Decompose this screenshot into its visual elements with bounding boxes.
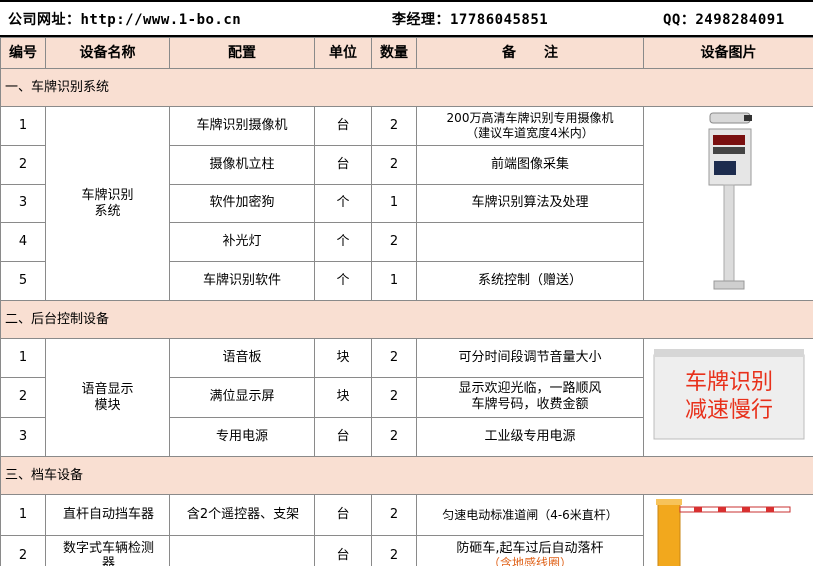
cell-qty: 2 [371,535,417,566]
camera-pole-picture [704,107,754,295]
section-title-row: 三、档车设备 [0,456,813,495]
cell-no: 3 [0,416,46,458]
barrier-gate-image [643,494,813,566]
note-main: 防砸车,起车过后自动落杆 [456,541,604,556]
section-title-row: 一、车牌识别系统 [0,68,813,107]
cell-qty: 2 [371,416,417,458]
cell-note: 前端图像采集 [416,144,644,185]
cell-unit: 台 [314,144,372,185]
cell-note: 可分时间段调节音量大小 [416,337,644,379]
cell-qty: 2 [371,222,417,263]
group-name: 语音显示 模块 [45,338,170,457]
cell-no: 3 [0,183,46,224]
cell-no: 1 [0,106,46,146]
cell-no: 4 [0,222,46,263]
cell-qty: 2 [371,494,417,536]
cell-note: 工业级专用电源 [416,416,644,458]
col-header-config: 配置 [169,37,315,69]
header-top-rule [0,0,813,2]
cell-config: 车牌识别软件 [169,261,315,301]
table-row: 1 车牌识别 系统 车牌识别摄像机 台 2 200万高清车牌识别专用摄像机 （建… [0,106,813,301]
camera-pole-image [643,106,813,301]
led-display-image: 车牌识别 减速慢行 [643,338,813,457]
cell-unit: 台 [314,494,372,536]
group-name: 车牌识别 系统 [45,106,170,301]
page-header: 公司网址：http://www.1-bo.cn 李经理：17786045851 … [0,0,813,37]
col-header-image: 设备图片 [643,37,813,69]
col-header-unit: 单位 [314,37,372,69]
cell-unit: 块 [314,377,372,418]
col-header-name: 设备名称 [45,37,170,69]
col-header-qty: 数量 [371,37,417,69]
manager-contact: 李经理：17786045851 [392,12,549,28]
led-text-line2: 减速慢行 [685,398,773,423]
cell-config [169,535,315,566]
equipment-table: 编号 设备名称 配置 单位 数量 备 注 设备图片 一、车牌识别系统 1 车牌识… [0,37,813,566]
table-row: 1 直杆自动挡车器 含2个遥控器、支架 台 2 匀速电动标准道闸（4-6米直杆） [0,494,813,566]
cell-note: 防砸车,起车过后自动落杆 （含地感线圈） [416,535,644,566]
note-extra: （含地感线圈） [487,556,572,566]
cell-qty: 1 [371,183,417,224]
cell-unit: 个 [314,183,372,224]
table-row: 1 语音显示 模块 语音板 块 2 可分时间段调节音量大小 车牌识别 减速慢行 [0,337,813,457]
cell-note [416,222,644,263]
col-header-no: 编号 [0,37,46,69]
cell-config: 语音板 [169,337,315,379]
cell-note: 匀速电动标准道闸（4-6米直杆） [416,494,644,536]
cell-unit: 台 [314,416,372,458]
cell-note: 200万高清车牌识别专用摄像机 （建议车道宽度4米内） [416,106,644,146]
cell-no: 2 [0,535,46,566]
cell-qty: 2 [371,106,417,146]
cell-no: 2 [0,377,46,418]
cell-name: 直杆自动挡车器 [45,494,170,536]
qq-contact: QQ：2498284091 [663,12,785,28]
cell-config: 车牌识别摄像机 [169,106,315,146]
cell-no: 1 [0,494,46,536]
section-title: 三、档车设备 [0,456,813,495]
cell-config: 专用电源 [169,416,315,458]
table-header-row: 编号 设备名称 配置 单位 数量 备 注 设备图片 [0,37,813,69]
cell-unit: 台 [314,106,372,146]
section-title-row: 二、后台控制设备 [0,300,813,339]
cell-no: 2 [0,144,46,185]
barrier-gate-picture [648,497,808,566]
cell-unit: 个 [314,222,372,263]
cell-qty: 2 [371,337,417,379]
cell-note: 显示欢迎光临，一路顺风 车牌号码，收费金额 [416,377,644,418]
cell-config: 满位显示屏 [169,377,315,418]
cell-no: 5 [0,261,46,301]
company-website: 公司网址：http://www.1-bo.cn [8,12,242,28]
cell-note: 车牌识别算法及处理 [416,183,644,224]
led-display-picture: 车牌识别 减速慢行 [653,349,805,440]
section-title: 二、后台控制设备 [0,300,813,339]
cell-qty: 1 [371,261,417,301]
cell-no: 1 [0,337,46,379]
cell-config: 软件加密狗 [169,183,315,224]
cell-config: 摄像机立柱 [169,144,315,185]
cell-config: 补光灯 [169,222,315,263]
cell-config: 含2个遥控器、支架 [169,494,315,536]
section-title: 一、车牌识别系统 [0,68,813,107]
cell-qty: 2 [371,144,417,185]
cell-qty: 2 [371,377,417,418]
col-header-note: 备 注 [416,37,644,69]
cell-note: 系统控制（赠送） [416,261,644,301]
cell-unit: 个 [314,261,372,301]
cell-name: 数字式车辆检测 器 [45,535,170,566]
cell-unit: 块 [314,337,372,379]
cell-unit: 台 [314,535,372,566]
led-text-line1: 车牌识别 [685,370,773,395]
